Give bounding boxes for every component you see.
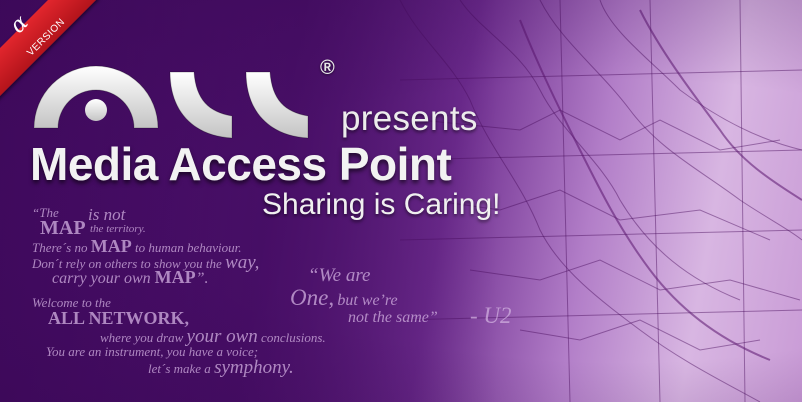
quote1-map1: MAP — [40, 217, 86, 239]
quote1-is-not: is not — [88, 205, 126, 224]
presents-text: presents — [341, 99, 478, 138]
quote2-line5: let´s make a symphony. — [148, 357, 294, 378]
quote1-line4: carry your own MAP”. — [52, 267, 209, 287]
quote1-territory: the territory. — [90, 223, 146, 235]
page-title: Media Access Point — [30, 138, 452, 190]
tagline: Sharing is Caring! — [262, 188, 501, 221]
all-logo — [34, 65, 309, 139]
banner: α VERSION ® presents Media Access Point … — [0, 0, 802, 402]
quote3-line1: “We are — [308, 265, 371, 286]
registered-mark: ® — [320, 57, 335, 79]
quote3-attribution: - U2 — [470, 303, 512, 328]
quote2-line2: ALL NETWORK, — [48, 308, 190, 328]
quote3-line3: not the same” — [348, 309, 438, 326]
quote3-line2: One, but we’re — [290, 285, 398, 310]
